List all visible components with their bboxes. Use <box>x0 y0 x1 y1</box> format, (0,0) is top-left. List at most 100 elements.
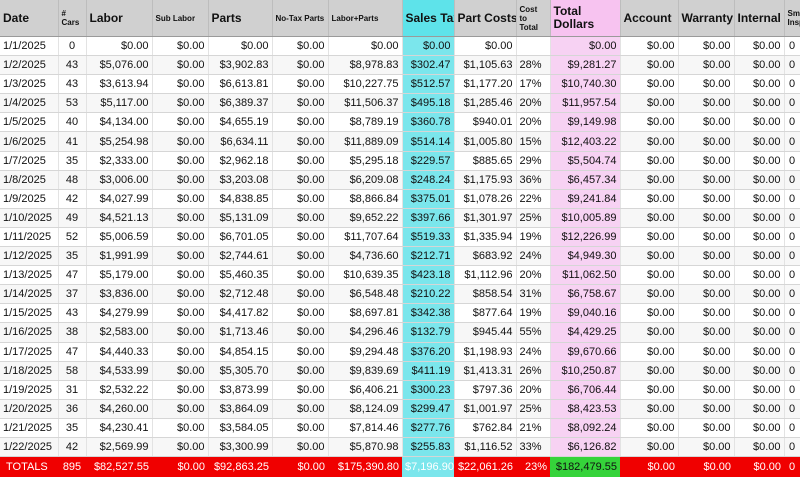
cell-smog: 0 <box>784 361 800 381</box>
col-header-smog-inspections[interactable]: Smog Inspections <box>784 0 800 37</box>
cell-no-tax-parts: $0.00 <box>272 170 329 190</box>
cell-cars: 36 <box>58 399 87 419</box>
cell-warranty: $0.00 <box>678 284 735 305</box>
table-row[interactable]: 1/14/2025 37 $3,836.00 $0.00 $2,712.48 $0.00 $… <box>0 284 800 305</box>
cell-sales-tax: $300.23 <box>402 380 455 400</box>
table-row[interactable]: 1/22/2025 42 $2,569.99 $0.00 $3,300.99 $0.00 $… <box>0 437 800 458</box>
cell-smog: 0 <box>784 189 800 209</box>
cell-sub-labor: $0.00 <box>152 170 209 190</box>
table-row[interactable]: 1/20/2025 36 $4,260.00 $0.00 $3,864.09 $0.00 $… <box>0 399 800 419</box>
table-row[interactable]: 1/4/2025 53 $5,117.00 $0.00 $6,389.37 $0.00 $1… <box>0 93 800 114</box>
cell-account: $0.00 <box>620 151 679 171</box>
cell-labor: $4,533.99 <box>86 361 153 381</box>
cell-sub-labor: $0.00 <box>152 361 209 381</box>
table-row[interactable]: 1/6/2025 41 $5,254.98 $0.00 $6,634.11 $0.00 $1… <box>0 131 800 152</box>
cell-no-tax-parts: $0.00 <box>272 246 329 267</box>
table-body: 1/1/2025 0 $0.00 $0.00 $0.00 $0.00 $0.00 $0.00 $… <box>0 36 800 458</box>
col-header-account[interactable]: Account <box>620 0 679 37</box>
cell-internal: $0.00 <box>734 112 785 133</box>
cell-parts: $5,305.70 <box>208 361 273 381</box>
cell-internal: $0.00 <box>734 246 785 267</box>
cell-total-dollars: $12,226.99 <box>550 227 621 248</box>
cell-sales-tax: $342.38 <box>402 303 455 324</box>
col-header-total-dollars[interactable]: Total Dollars <box>550 0 621 37</box>
cell-account: $0.00 <box>620 36 679 57</box>
table-row[interactable]: 1/19/2025 31 $2,532.22 $0.00 $3,873.99 $0.00 $… <box>0 380 800 400</box>
cell-cars: 48 <box>58 170 87 190</box>
cell-warranty: $0.00 <box>678 342 735 362</box>
cell-part-costs: $1,335.94 <box>454 227 517 248</box>
cell-warranty: $0.00 <box>678 74 735 95</box>
cell-part-costs: $1,301.97 <box>454 208 517 228</box>
cell-sales-tax: $277.76 <box>402 418 455 438</box>
col-header-internal[interactable]: Internal <box>734 0 785 37</box>
cell-parts: $3,300.99 <box>208 437 273 458</box>
cell-sales-tax: $299.47 <box>402 399 455 419</box>
cell-no-tax-parts: $0.00 <box>272 74 329 95</box>
table-row[interactable]: 1/21/2025 35 $4,230.41 $0.00 $3,584.05 $0.00 $… <box>0 418 800 438</box>
cell-parts: $1,713.46 <box>208 322 273 343</box>
table-row[interactable]: 1/1/2025 0 $0.00 $0.00 $0.00 $0.00 $0.00 $0.00 $… <box>0 36 800 57</box>
col-header-parts[interactable]: Parts <box>208 0 273 37</box>
table-row[interactable]: 1/16/2025 38 $2,583.00 $0.00 $1,713.46 $0.00 $… <box>0 322 800 343</box>
cell-labor-parts: $7,814.46 <box>328 418 403 438</box>
table-row[interactable]: 1/15/2025 43 $4,279.99 $0.00 $4,417.82 $0.00 $… <box>0 303 800 324</box>
cell-account: $0.00 <box>620 74 679 95</box>
cell-labor: $4,230.41 <box>86 418 153 438</box>
cell-total-dollars: $6,706.44 <box>550 380 621 400</box>
totals-no-tax-parts: $0.00 <box>272 456 328 477</box>
cell-warranty: $0.00 <box>678 437 735 458</box>
cell-warranty: $0.00 <box>678 265 735 286</box>
table-row[interactable]: 1/13/2025 47 $5,179.00 $0.00 $5,460.35 $0.00 $… <box>0 265 800 286</box>
cell-labor: $5,179.00 <box>86 265 153 286</box>
table-row[interactable]: 1/3/2025 43 $3,613.94 $0.00 $6,613.81 $0.00 $1… <box>0 74 800 95</box>
table-row[interactable]: 1/9/2025 42 $4,027.99 $0.00 $4,838.85 $0.00 $8… <box>0 189 800 209</box>
table-row[interactable]: 1/8/2025 48 $3,006.00 $0.00 $3,203.08 $0.00 $6… <box>0 170 800 190</box>
table-row[interactable]: 1/11/2025 52 $5,006.59 $0.00 $6,701.05 $0.00 $… <box>0 227 800 248</box>
table-row[interactable]: 1/10/2025 49 $4,521.13 $0.00 $5,131.09 $0.00 $… <box>0 208 800 228</box>
cell-total-dollars: $10,740.30 <box>550 74 621 95</box>
cell-cost-to-total: 20% <box>516 380 551 400</box>
table-row[interactable]: 1/2/2025 43 $5,076.00 $0.00 $3,902.83 $0.00 $8… <box>0 55 800 76</box>
cell-account: $0.00 <box>620 303 679 324</box>
col-header-sales-tax[interactable]: Sales Tax <box>402 0 455 37</box>
col-header-cost-to-total[interactable]: Cost to Total <box>516 0 551 37</box>
cell-account: $0.00 <box>620 227 679 248</box>
col-header-date[interactable]: Date <box>0 0 59 37</box>
cell-sales-tax: $132.79 <box>402 322 455 343</box>
table-row[interactable]: 1/5/2025 40 $4,134.00 $0.00 $4,655.19 $0.00 $8… <box>0 112 800 133</box>
cell-parts: $4,655.19 <box>208 112 273 133</box>
col-header-no-tax-parts[interactable]: No-Tax Parts <box>272 0 329 37</box>
col-header-part-costs[interactable]: Part Costs <box>454 0 517 37</box>
cell-internal: $0.00 <box>734 418 785 438</box>
cell-internal: $0.00 <box>734 151 785 171</box>
cell-smog: 0 <box>784 437 800 458</box>
table-row[interactable]: 1/12/2025 35 $1,991.99 $0.00 $2,744.61 $0.00 $… <box>0 246 800 267</box>
cell-total-dollars: $9,241.84 <box>550 189 621 209</box>
cell-sub-labor: $0.00 <box>152 284 209 305</box>
cell-cars: 35 <box>58 418 87 438</box>
cell-account: $0.00 <box>620 342 679 362</box>
cell-cars: 49 <box>58 208 87 228</box>
table-row[interactable]: 1/18/2025 58 $4,533.99 $0.00 $5,305.70 $0.00 $… <box>0 361 800 381</box>
cell-internal: $0.00 <box>734 361 785 381</box>
cell-part-costs: $1,175.93 <box>454 170 517 190</box>
cell-part-costs: $858.54 <box>454 284 517 305</box>
table-row[interactable]: 1/17/2025 47 $4,440.33 $0.00 $4,854.15 $0.00 $… <box>0 342 800 362</box>
col-header-labor-parts[interactable]: Labor+Parts <box>328 0 403 37</box>
col-header-labor[interactable]: Labor <box>86 0 153 37</box>
col-header-sub-labor[interactable]: Sub Labor <box>152 0 209 37</box>
cell-date: 1/6/2025 <box>0 131 59 152</box>
cell-sales-tax: $0.00 <box>402 36 455 57</box>
col-header-warranty[interactable]: Warranty <box>678 0 735 37</box>
cell-cost-to-total: 20% <box>516 112 551 133</box>
table-row[interactable]: 1/7/2025 35 $2,333.00 $0.00 $2,962.18 $0.00 $5… <box>0 151 800 171</box>
cell-warranty: $0.00 <box>678 246 735 267</box>
cell-sub-labor: $0.00 <box>152 399 209 419</box>
cell-smog: 0 <box>784 284 800 305</box>
cell-internal: $0.00 <box>734 380 785 400</box>
col-header-cars[interactable]: # Cars <box>58 0 87 37</box>
cell-internal: $0.00 <box>734 265 785 286</box>
cell-account: $0.00 <box>620 112 679 133</box>
cell-date: 1/11/2025 <box>0 227 59 248</box>
